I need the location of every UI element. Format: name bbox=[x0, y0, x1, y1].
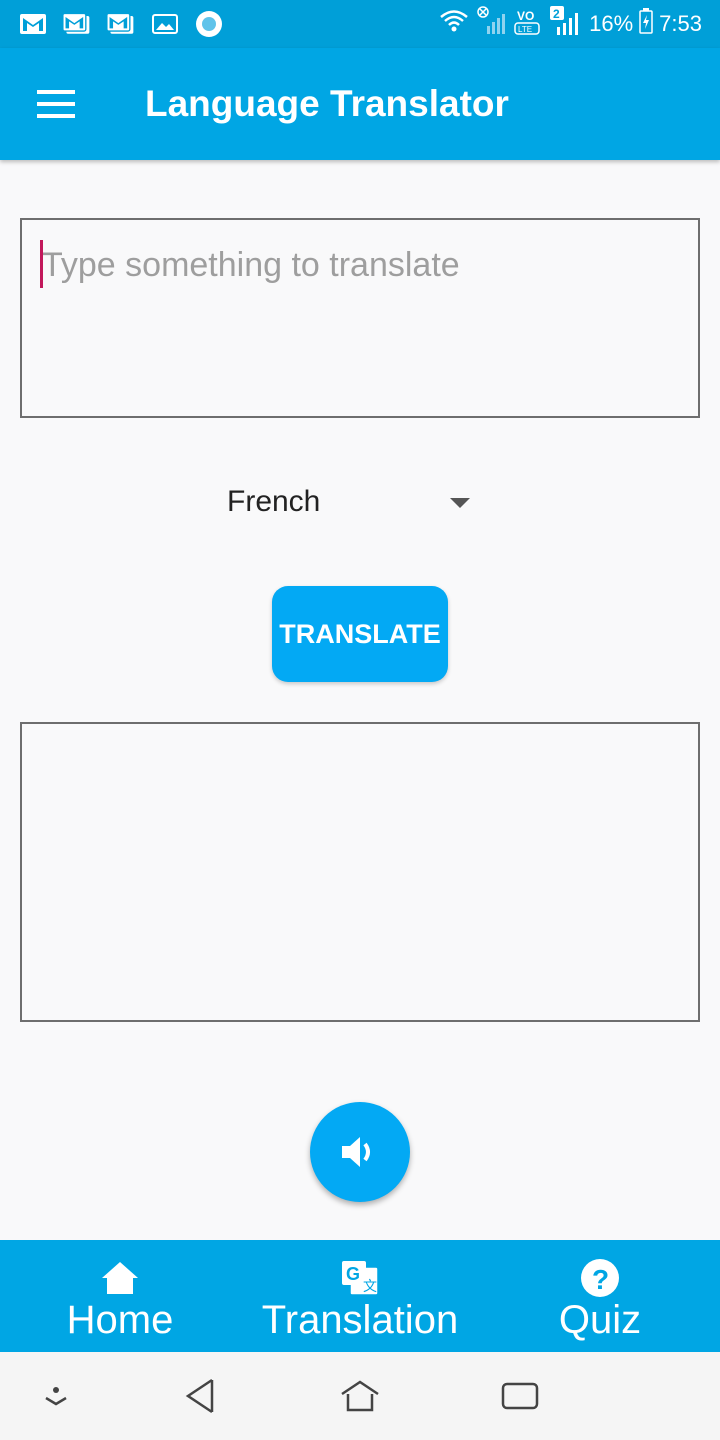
language-dropdown[interactable]: French bbox=[212, 470, 482, 534]
notification-icons bbox=[18, 11, 224, 37]
battery-icon bbox=[639, 8, 653, 40]
svg-text:?: ? bbox=[592, 1264, 609, 1295]
menu-button[interactable] bbox=[0, 48, 112, 160]
nav-item-home[interactable]: Home bbox=[0, 1240, 240, 1352]
translation-output-box bbox=[20, 722, 700, 1022]
translate-icon: G文 bbox=[340, 1258, 380, 1298]
status-bar: VO LTE 2 16% 7:53 bbox=[0, 0, 720, 48]
chevron-down-icon bbox=[45, 1387, 67, 1406]
svg-text:文: 文 bbox=[363, 1279, 377, 1295]
speaker-icon bbox=[342, 1137, 370, 1167]
bottom-navigation: Home G文 Translation ? Quiz bbox=[0, 1240, 720, 1352]
page-title: Language Translator bbox=[145, 83, 509, 124]
wifi-icon bbox=[439, 8, 469, 40]
gmail-icon bbox=[106, 11, 136, 37]
nav-label-home: Home bbox=[66, 1298, 174, 1342]
selected-language: French bbox=[227, 485, 321, 518]
nav-item-translation[interactable]: G文 Translation bbox=[240, 1240, 480, 1352]
recent-apps-button[interactable] bbox=[496, 1372, 544, 1420]
nav-label-translation: Translation bbox=[261, 1298, 459, 1342]
signal-icon: 2 bbox=[549, 5, 583, 43]
translate-button[interactable]: TRANSLATE bbox=[272, 586, 448, 682]
clock: 7:53 bbox=[659, 11, 702, 36]
battery-percent: 16% bbox=[589, 11, 634, 36]
dropdown-arrow-icon bbox=[450, 498, 470, 508]
system-navigation-bar bbox=[0, 1352, 720, 1440]
svg-text:VO: VO bbox=[517, 9, 534, 23]
speak-button[interactable] bbox=[310, 1102, 410, 1202]
circle-notification-icon bbox=[194, 11, 224, 37]
back-button[interactable] bbox=[176, 1372, 224, 1420]
gallery-icon bbox=[150, 11, 180, 37]
hamburger-menu-icon bbox=[37, 90, 75, 118]
help-circle-icon: ? bbox=[580, 1258, 620, 1298]
recent-apps-icon bbox=[501, 1382, 539, 1410]
sim-badge: 2 bbox=[553, 7, 560, 21]
gmail-icon bbox=[18, 11, 48, 37]
back-icon bbox=[185, 1378, 214, 1414]
svg-text:G: G bbox=[346, 1264, 360, 1284]
notification-pull-button[interactable] bbox=[32, 1372, 80, 1420]
home-outline-icon bbox=[341, 1380, 379, 1412]
volte-icon: VO LTE bbox=[513, 6, 543, 42]
nav-item-quiz[interactable]: ? Quiz bbox=[480, 1240, 720, 1352]
system-indicators: VO LTE 2 16% 7:53 bbox=[439, 5, 702, 43]
home-icon bbox=[100, 1258, 140, 1298]
source-text-input[interactable] bbox=[22, 220, 698, 416]
signal-icon bbox=[475, 6, 507, 42]
home-system-button[interactable] bbox=[336, 1372, 384, 1420]
gmail-icon bbox=[62, 11, 92, 37]
app-bar: Language Translator bbox=[0, 48, 720, 160]
source-text-box bbox=[20, 218, 700, 418]
svg-text:LTE: LTE bbox=[518, 25, 532, 34]
text-cursor bbox=[40, 240, 43, 288]
nav-label-quiz: Quiz bbox=[558, 1298, 642, 1342]
